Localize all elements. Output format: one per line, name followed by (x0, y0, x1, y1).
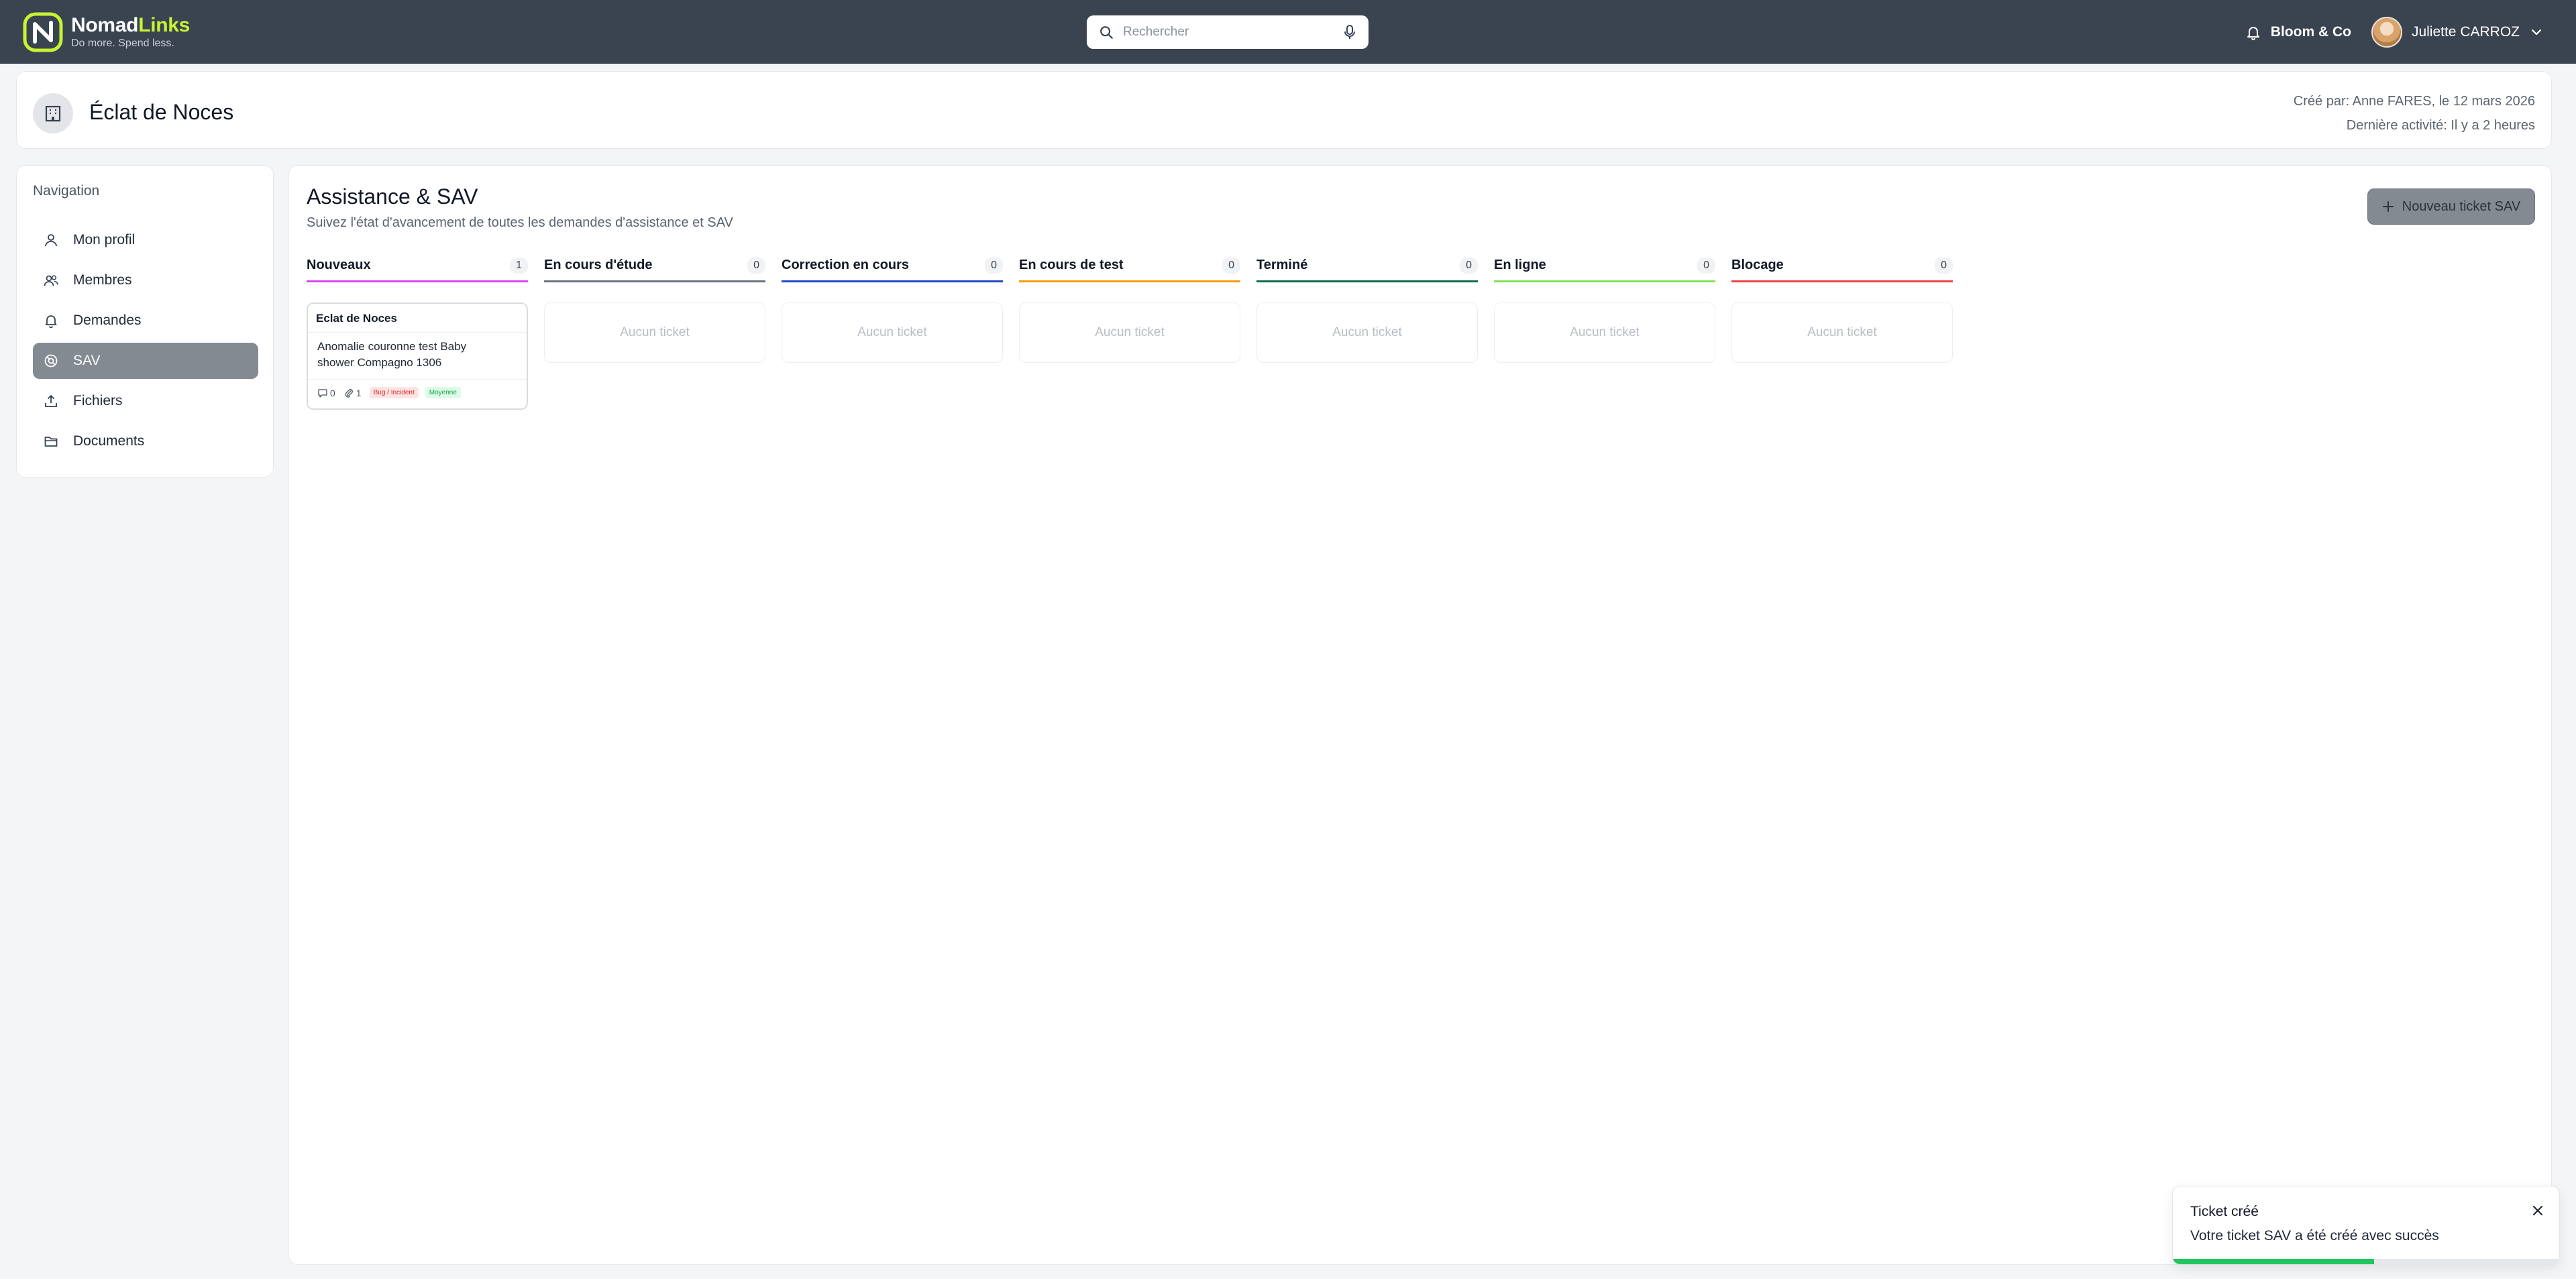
support-icon (44, 354, 58, 368)
project-meta: Créé par: Anne FARES, le 12 mars 2026 De… (2294, 89, 2535, 137)
microphone-icon[interactable] (1343, 24, 1356, 40)
column-header[interactable]: En cours d'étude 0 (544, 254, 765, 282)
ticket-title: Anomalie couronne test Baby shower Compa… (317, 340, 467, 369)
empty-column-placeholder: Aucun ticket (544, 302, 765, 363)
logo-tagline: Do more. Spend less. (71, 38, 174, 49)
column-termine: Terminé 0 Aucun ticket (1256, 254, 1478, 410)
column-count-badge: 0 (1460, 257, 1478, 274)
chevron-down-icon[interactable] (2530, 26, 2542, 38)
sidebar-item-sav[interactable]: SAV (33, 343, 258, 379)
empty-column-placeholder: Aucun ticket (782, 302, 1003, 363)
plus-icon (2382, 201, 2394, 212)
column-en-ligne: En ligne 0 Aucun ticket (1494, 254, 1715, 410)
sidebar-item-label: SAV (73, 353, 101, 368)
bell-icon (45, 315, 57, 328)
column-title: En cours d'étude (544, 258, 653, 272)
project-header: Éclat de Noces Créé par: Anne FARES, le … (16, 71, 2552, 149)
column-header[interactable]: Blocage 0 (1731, 254, 1953, 282)
column-header[interactable]: Nouveaux 1 (307, 254, 528, 282)
sidebar-item-label: Membres (73, 272, 132, 288)
sidebar-item-documents[interactable]: Documents (33, 423, 258, 459)
folder-icon (44, 437, 58, 447)
page-subtitle: Suivez l'état d'avancement de toutes les… (307, 215, 733, 230)
search-icon (1100, 26, 1113, 39)
sidebar-title: Navigation (33, 183, 100, 199)
ticket-project: Eclat de Noces (316, 312, 397, 325)
logo-name: NomadLinks (71, 14, 191, 36)
users-icon (44, 275, 58, 286)
page-title: Assistance & SAV (307, 184, 478, 209)
new-sav-ticket-label: Nouveau ticket SAV (2402, 199, 2521, 214)
sidebar-item-label: Mon profil (73, 232, 136, 247)
created-by-text: Créé par: Anne FARES, le 12 mars 2026 (2293, 94, 2535, 109)
ticket-footer: 0 1 Bug / Incident Moyenne (317, 387, 468, 398)
column-title: Terminé (1256, 258, 1308, 272)
kanban-board: Nouveaux 1 Eclat de Noces Anomalie couro… (307, 254, 1969, 410)
column-header[interactable]: Correction en cours 0 (782, 254, 1003, 282)
sidebar: Navigation Mon profil Membres Demandes S… (16, 165, 274, 478)
empty-column-placeholder: Aucun ticket (1731, 302, 1953, 363)
attachment-count: 1 (356, 387, 362, 398)
column-nouveaux: Nouveaux 1 Eclat de Noces Anomalie couro… (307, 254, 528, 410)
sidebar-item-fichiers[interactable]: Fichiers (33, 383, 258, 419)
project-avatar (33, 93, 73, 133)
logo-mark-icon (23, 12, 63, 52)
column-en-cours-detude: En cours d'étude 0 Aucun ticket (544, 254, 765, 410)
search-bar[interactable] (1087, 15, 1368, 49)
comment-icon (318, 388, 327, 398)
user-avatar[interactable] (2371, 17, 2402, 48)
column-count-badge: 0 (1697, 257, 1715, 274)
column-count-badge: 1 (510, 257, 528, 274)
sidebar-item-label: Documents (73, 433, 145, 449)
close-icon[interactable] (2530, 1203, 2546, 1219)
toast-progress-track (2173, 1259, 2559, 1264)
project-title: Éclat de Noces (89, 100, 234, 124)
column-header[interactable]: En cours de test 0 (1019, 254, 1240, 282)
ticket-priority-badge: Moyenne (425, 387, 461, 398)
sav-panel: Assistance & SAV Suivez l'état d'avancem… (288, 165, 2552, 1265)
column-title: Blocage (1731, 258, 1784, 272)
empty-column-placeholder: Aucun ticket (1494, 302, 1715, 363)
column-blocage: Blocage 0 Aucun ticket (1731, 254, 1953, 410)
search-input[interactable] (1123, 19, 1343, 46)
column-count-badge: 0 (985, 257, 1003, 274)
top-bar: NomadLinks Do more. Spend less. Bloom & … (0, 0, 2576, 64)
ticket-card[interactable]: Eclat de Noces Anomalie couronne test Ba… (307, 302, 528, 410)
ticket-type-badge: Bug / Incident (369, 387, 419, 398)
column-correction-en-cours: Correction en cours 0 Aucun ticket (782, 254, 1003, 410)
sidebar-item-label: Demandes (73, 313, 142, 328)
organization-name[interactable]: Bloom & Co (2271, 24, 2351, 40)
column-count-badge: 0 (1935, 257, 1953, 274)
success-toast: Ticket créé Votre ticket SAV a été créé … (2172, 1186, 2560, 1265)
sidebar-item-mon-profil[interactable]: Mon profil (33, 222, 258, 258)
notification-bell-icon[interactable] (2245, 24, 2261, 40)
column-count-badge: 0 (1222, 257, 1240, 274)
new-sav-ticket-button[interactable]: Nouveau ticket SAV (2367, 188, 2535, 225)
toast-message: Votre ticket SAV a été créé avec succès (2190, 1228, 2439, 1243)
column-title: En cours de test (1019, 258, 1124, 272)
column-en-cours-de-test: En cours de test 0 Aucun ticket (1019, 254, 1240, 410)
sidebar-item-membres[interactable]: Membres (33, 262, 258, 298)
user-icon (45, 234, 57, 247)
column-title: Correction en cours (782, 258, 910, 272)
sidebar-nav: Mon profil Membres Demandes SAV Fichiers… (33, 222, 258, 463)
sidebar-item-label: Fichiers (73, 393, 123, 408)
column-title: En ligne (1494, 258, 1546, 272)
user-name[interactable]: Juliette CARROZ (2412, 24, 2520, 40)
column-header[interactable]: En ligne 0 (1494, 254, 1715, 282)
empty-column-placeholder: Aucun ticket (1019, 302, 1240, 363)
comment-count: 0 (330, 387, 335, 398)
upload-icon (45, 395, 57, 407)
toast-progress-fill (2173, 1259, 2374, 1264)
empty-column-placeholder: Aucun ticket (1256, 302, 1478, 363)
column-header[interactable]: Terminé 0 (1256, 254, 1478, 282)
paperclip-icon (345, 388, 353, 398)
toast-title: Ticket créé (2190, 1204, 2259, 1219)
column-count-badge: 0 (747, 257, 765, 274)
app-logo[interactable]: NomadLinks Do more. Spend less. (23, 12, 190, 52)
sidebar-item-demandes[interactable]: Demandes (33, 302, 258, 339)
column-title: Nouveaux (307, 258, 371, 272)
building-icon (45, 105, 61, 122)
last-activity-text: Dernière activité: Il y a 2 heures (2346, 118, 2535, 133)
